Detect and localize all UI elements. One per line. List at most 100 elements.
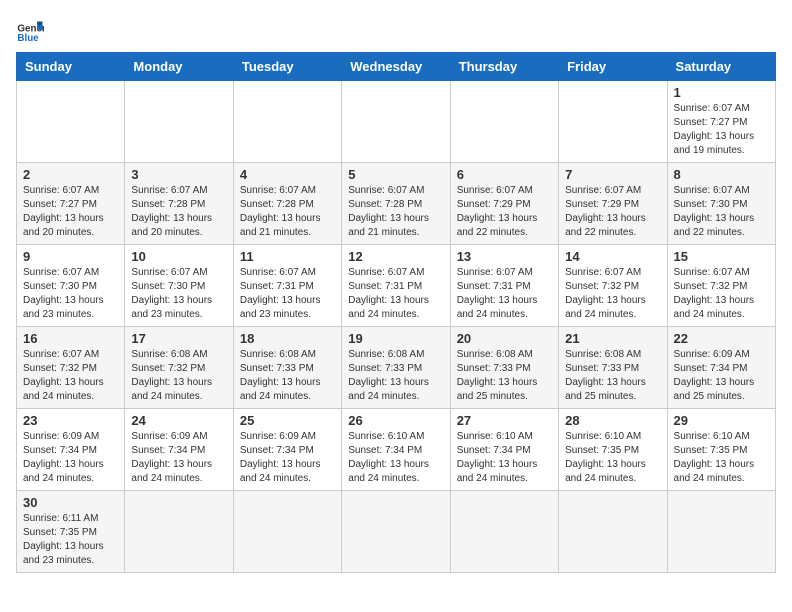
day-number: 21: [565, 331, 660, 346]
day-info: Sunrise: 6:09 AM Sunset: 7:34 PM Dayligh…: [674, 348, 769, 404]
calendar-week-row: 9 Sunrise: 6:07 AM Sunset: 7:30 PM Daylig…: [17, 245, 776, 327]
day-info: Sunrise: 6:09 AM Sunset: 7:34 PM Dayligh…: [23, 430, 118, 486]
calendar-cell: 4 Sunrise: 6:07 AM Sunset: 7:28 PM Daylig…: [233, 163, 341, 245]
calendar-cell: 6 Sunrise: 6:07 AM Sunset: 7:29 PM Daylig…: [450, 163, 558, 245]
calendar-cell: 10Sunrise: 6:07 AM Sunset: 7:30 PM Dayli…: [125, 245, 233, 327]
calendar-cell: 14Sunrise: 6:07 AM Sunset: 7:32 PM Dayli…: [559, 245, 667, 327]
day-number: 23: [23, 413, 118, 428]
day-info: Sunrise: 6:07 AM Sunset: 7:28 PM Dayligh…: [240, 184, 335, 240]
day-info: Sunrise: 6:08 AM Sunset: 7:33 PM Dayligh…: [240, 348, 335, 404]
day-number: 19: [348, 331, 443, 346]
day-number: 30: [23, 495, 118, 510]
day-info: Sunrise: 6:07 AM Sunset: 7:30 PM Dayligh…: [674, 184, 769, 240]
day-info: Sunrise: 6:07 AM Sunset: 7:31 PM Dayligh…: [240, 266, 335, 322]
logo-icon: General Blue: [16, 16, 44, 44]
svg-text:Blue: Blue: [17, 33, 39, 44]
day-info: Sunrise: 6:10 AM Sunset: 7:35 PM Dayligh…: [565, 430, 660, 486]
day-header-wednesday: Wednesday: [342, 53, 450, 81]
calendar-cell: [450, 81, 558, 163]
day-number: 20: [457, 331, 552, 346]
calendar-cell: [559, 491, 667, 573]
calendar-cell: 16Sunrise: 6:07 AM Sunset: 7:32 PM Dayli…: [17, 327, 125, 409]
day-info: Sunrise: 6:07 AM Sunset: 7:29 PM Dayligh…: [457, 184, 552, 240]
calendar-cell: [450, 491, 558, 573]
calendar-cell: 24Sunrise: 6:09 AM Sunset: 7:34 PM Dayli…: [125, 409, 233, 491]
calendar-cell: 18Sunrise: 6:08 AM Sunset: 7:33 PM Dayli…: [233, 327, 341, 409]
day-number: 17: [131, 331, 226, 346]
day-number: 22: [674, 331, 769, 346]
calendar-cell: [342, 81, 450, 163]
calendar-cell: [17, 81, 125, 163]
day-number: 27: [457, 413, 552, 428]
day-number: 13: [457, 249, 552, 264]
day-header-tuesday: Tuesday: [233, 53, 341, 81]
calendar-cell: 2 Sunrise: 6:07 AM Sunset: 7:27 PM Daylig…: [17, 163, 125, 245]
calendar-cell: [559, 81, 667, 163]
day-number: 4: [240, 167, 335, 182]
day-info: Sunrise: 6:08 AM Sunset: 7:33 PM Dayligh…: [348, 348, 443, 404]
calendar-cell: 21 Sunrise: 6:08 AM Sunset: 7:33 PM Dayli…: [559, 327, 667, 409]
day-number: 9: [23, 249, 118, 264]
header: General Blue: [16, 16, 776, 44]
calendar-cell: 3 Sunrise: 6:07 AM Sunset: 7:28 PM Daylig…: [125, 163, 233, 245]
calendar-cell: 20Sunrise: 6:08 AM Sunset: 7:33 PM Dayli…: [450, 327, 558, 409]
day-header-sunday: Sunday: [17, 53, 125, 81]
day-info: Sunrise: 6:07 AM Sunset: 7:30 PM Dayligh…: [131, 266, 226, 322]
calendar-cell: [125, 491, 233, 573]
day-number: 14: [565, 249, 660, 264]
calendar-cell: [233, 491, 341, 573]
calendar-cell: 22 Sunrise: 6:09 AM Sunset: 7:34 PM Dayli…: [667, 327, 775, 409]
day-info: Sunrise: 6:07 AM Sunset: 7:30 PM Dayligh…: [23, 266, 118, 322]
day-info: Sunrise: 6:07 AM Sunset: 7:32 PM Dayligh…: [674, 266, 769, 322]
day-info: Sunrise: 6:10 AM Sunset: 7:34 PM Dayligh…: [348, 430, 443, 486]
calendar-cell: [125, 81, 233, 163]
calendar-week-row: 23 Sunrise: 6:09 AM Sunset: 7:34 PM Dayli…: [17, 409, 776, 491]
day-info: Sunrise: 6:11 AM Sunset: 7:35 PM Dayligh…: [23, 512, 118, 568]
calendar-cell: 28 Sunrise: 6:10 AM Sunset: 7:35 PM Dayli…: [559, 409, 667, 491]
calendar-cell: 17 Sunrise: 6:08 AM Sunset: 7:32 PM Dayli…: [125, 327, 233, 409]
day-number: 1: [674, 85, 769, 100]
calendar-table: SundayMondayTuesdayWednesdayThursdayFrid…: [16, 52, 776, 573]
calendar-cell: 27 Sunrise: 6:10 AM Sunset: 7:34 PM Dayli…: [450, 409, 558, 491]
logo: General Blue: [16, 16, 48, 44]
calendar-cell: 9 Sunrise: 6:07 AM Sunset: 7:30 PM Daylig…: [17, 245, 125, 327]
day-info: Sunrise: 6:08 AM Sunset: 7:33 PM Dayligh…: [565, 348, 660, 404]
day-header-thursday: Thursday: [450, 53, 558, 81]
day-number: 12: [348, 249, 443, 264]
calendar-cell: 23 Sunrise: 6:09 AM Sunset: 7:34 PM Dayli…: [17, 409, 125, 491]
calendar-cell: 19 Sunrise: 6:08 AM Sunset: 7:33 PM Dayli…: [342, 327, 450, 409]
day-number: 15: [674, 249, 769, 264]
day-number: 26: [348, 413, 443, 428]
calendar-cell: [342, 491, 450, 573]
day-number: 6: [457, 167, 552, 182]
day-info: Sunrise: 6:08 AM Sunset: 7:32 PM Dayligh…: [131, 348, 226, 404]
day-number: 11: [240, 249, 335, 264]
calendar-week-row: 16Sunrise: 6:07 AM Sunset: 7:32 PM Dayli…: [17, 327, 776, 409]
day-number: 16: [23, 331, 118, 346]
day-number: 8: [674, 167, 769, 182]
day-info: Sunrise: 6:07 AM Sunset: 7:28 PM Dayligh…: [131, 184, 226, 240]
calendar-cell: 7Sunrise: 6:07 AM Sunset: 7:29 PM Daylig…: [559, 163, 667, 245]
day-header-saturday: Saturday: [667, 53, 775, 81]
day-info: Sunrise: 6:10 AM Sunset: 7:34 PM Dayligh…: [457, 430, 552, 486]
day-header-friday: Friday: [559, 53, 667, 81]
day-number: 5: [348, 167, 443, 182]
calendar-week-row: 30 Sunrise: 6:11 AM Sunset: 7:35 PM Dayli…: [17, 491, 776, 573]
day-info: Sunrise: 6:07 AM Sunset: 7:31 PM Dayligh…: [348, 266, 443, 322]
day-number: 3: [131, 167, 226, 182]
calendar-cell: 12 Sunrise: 6:07 AM Sunset: 7:31 PM Dayli…: [342, 245, 450, 327]
calendar-cell: [233, 81, 341, 163]
calendar-cell: 1Sunrise: 6:07 AM Sunset: 7:27 PM Daylig…: [667, 81, 775, 163]
day-number: 28: [565, 413, 660, 428]
calendar-week-row: 1Sunrise: 6:07 AM Sunset: 7:27 PM Daylig…: [17, 81, 776, 163]
day-info: Sunrise: 6:09 AM Sunset: 7:34 PM Dayligh…: [240, 430, 335, 486]
day-info: Sunrise: 6:07 AM Sunset: 7:28 PM Dayligh…: [348, 184, 443, 240]
calendar-cell: 30 Sunrise: 6:11 AM Sunset: 7:35 PM Dayli…: [17, 491, 125, 573]
day-header-monday: Monday: [125, 53, 233, 81]
day-info: Sunrise: 6:07 AM Sunset: 7:27 PM Dayligh…: [23, 184, 118, 240]
calendar-cell: 13Sunrise: 6:07 AM Sunset: 7:31 PM Dayli…: [450, 245, 558, 327]
calendar-cell: 5 Sunrise: 6:07 AM Sunset: 7:28 PM Daylig…: [342, 163, 450, 245]
calendar-cell: 25Sunrise: 6:09 AM Sunset: 7:34 PM Dayli…: [233, 409, 341, 491]
day-number: 2: [23, 167, 118, 182]
calendar-header-row: SundayMondayTuesdayWednesdayThursdayFrid…: [17, 53, 776, 81]
